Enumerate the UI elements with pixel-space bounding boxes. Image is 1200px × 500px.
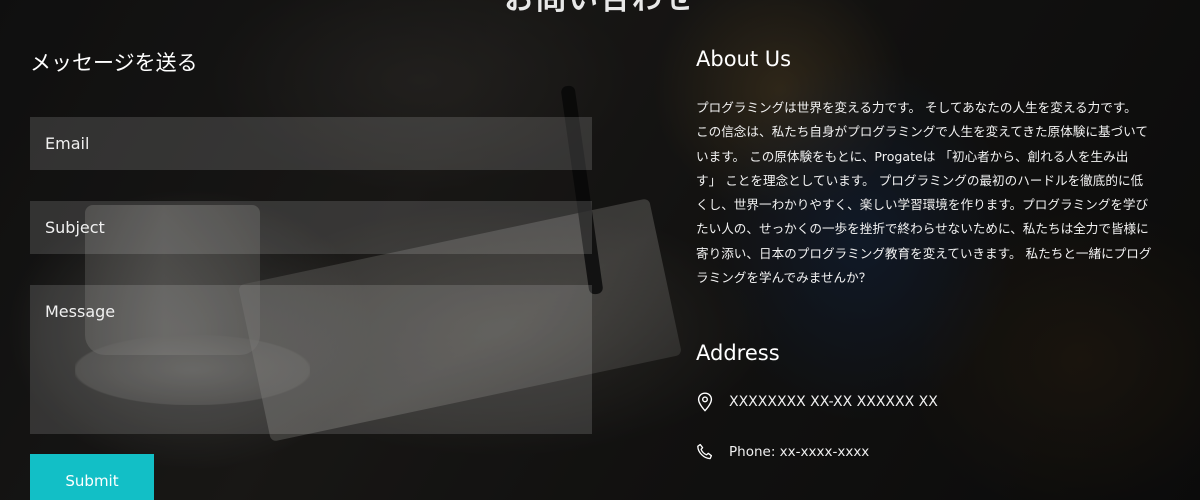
message-field[interactable] [30, 285, 592, 434]
address-heading: Address [696, 341, 780, 365]
about-heading: About Us [696, 47, 792, 71]
form-heading: メッセージを送る [30, 51, 198, 75]
map-pin-icon [696, 392, 714, 412]
page-title: お問い合わせ [0, 0, 1200, 18]
email-field[interactable] [30, 117, 592, 170]
address-row: XXXXXXXX XX-XX XXXXXX XX [696, 392, 938, 412]
phone-row: Phone: xx-xxxx-xxxx [696, 442, 869, 462]
phone-icon [696, 442, 714, 462]
address-text: XXXXXXXX XX-XX XXXXXX XX [729, 394, 938, 410]
subject-field[interactable] [30, 201, 592, 254]
submit-button[interactable]: Submit [30, 454, 154, 500]
about-text: プログラミングは世界を変える力です。 そしてあなたの人生を変える力です。 この信… [696, 100, 1152, 286]
phone-text: Phone: xx-xxxx-xxxx [729, 444, 870, 460]
contact-section: お問い合わせ メッセージを送る Submit About Us プログラミングは… [0, 0, 1200, 500]
